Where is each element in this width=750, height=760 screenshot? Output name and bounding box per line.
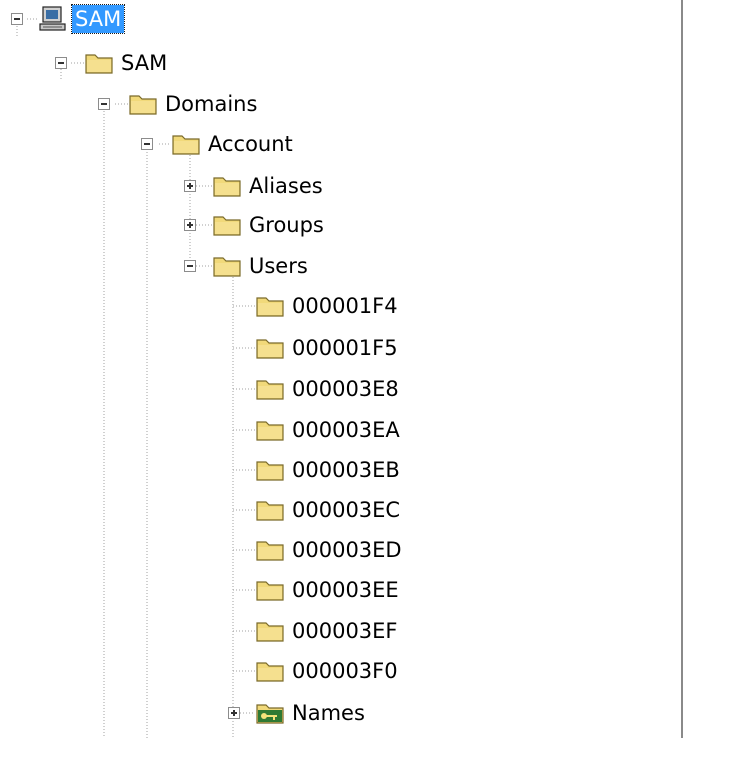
collapse-icon[interactable]: [55, 57, 67, 69]
folder-icon: [255, 292, 285, 320]
tree-node-label[interactable]: Account: [205, 130, 296, 158]
bottom-edge: [0, 738, 682, 760]
tree-node-account[interactable]: Account: [171, 126, 296, 162]
expand-icon[interactable]: [184, 219, 196, 231]
tree-node-label[interactable]: 000003ED: [289, 536, 405, 564]
folder-icon: [255, 617, 285, 645]
tree-node-root[interactable]: SAM: [38, 1, 126, 37]
folder-icon: [255, 416, 285, 444]
tree-node-aliases[interactable]: Aliases: [212, 168, 326, 204]
folder-icon: [255, 334, 285, 362]
tree-node-user-key[interactable]: 000001F4: [255, 288, 401, 324]
folder-icon: [212, 172, 242, 200]
tree-node-user-key[interactable]: 000003EF: [255, 613, 401, 649]
tree-node-users[interactable]: Users: [212, 248, 311, 284]
folder-icon: [212, 211, 242, 239]
folder-icon: [255, 576, 285, 604]
folder-icon: [255, 456, 285, 484]
tree-node-label[interactable]: SAM: [70, 4, 126, 34]
folder-icon: [255, 496, 285, 524]
expand-icon[interactable]: [228, 707, 240, 719]
tree-node-groups[interactable]: Groups: [212, 207, 327, 243]
tree-node-label[interactable]: 000003EF: [289, 617, 401, 645]
collapse-icon[interactable]: [98, 98, 110, 110]
tree-node-user-key[interactable]: 000003EC: [255, 492, 403, 528]
tree-node-label[interactable]: 000003EE: [289, 576, 402, 604]
tree-node-label[interactable]: 000003EB: [289, 456, 403, 484]
collapse-icon[interactable]: [11, 13, 23, 25]
folder-icon: [84, 49, 114, 77]
expand-icon[interactable]: [184, 180, 196, 192]
tree-node-label[interactable]: Aliases: [246, 172, 326, 200]
tree-node-user-key[interactable]: 000003F0: [255, 653, 401, 689]
tree-node-label[interactable]: 000003EA: [289, 416, 403, 444]
tree-node-user-key[interactable]: 000003EE: [255, 572, 402, 608]
tree-node-label[interactable]: Groups: [246, 211, 327, 239]
tree-node-label[interactable]: Domains: [162, 90, 260, 118]
folder-icon: [255, 375, 285, 403]
tree-node-user-key[interactable]: 000001F5: [255, 330, 401, 366]
tree-node-user-key[interactable]: 000003EA: [255, 412, 403, 448]
tree-node-user-key[interactable]: 000003EB: [255, 452, 403, 488]
tree-node-label[interactable]: 000001F5: [289, 334, 401, 362]
tree-node-label[interactable]: 000003E8: [289, 375, 402, 403]
tree-node-label[interactable]: SAM: [118, 49, 170, 77]
tree-node-domains[interactable]: Domains: [128, 86, 260, 122]
collapse-icon[interactable]: [141, 138, 153, 150]
tree-node-label[interactable]: 000001F4: [289, 292, 401, 320]
tree-node-sam[interactable]: SAM: [84, 45, 170, 81]
folder-icon: [128, 90, 158, 118]
folder-icon: [212, 252, 242, 280]
tree-node-names[interactable]: Names: [255, 695, 368, 731]
tree-node-label[interactable]: Names: [289, 699, 368, 727]
collapse-icon[interactable]: [184, 260, 196, 272]
computer-icon: [38, 5, 68, 33]
tree-node-user-key[interactable]: 000003E8: [255, 371, 402, 407]
folder-icon: [255, 536, 285, 564]
folder-icon: [171, 130, 201, 158]
tree-node-label[interactable]: 000003F0: [289, 657, 401, 685]
tree-node-label[interactable]: Users: [246, 252, 311, 280]
folder-icon: [255, 657, 285, 685]
right-panel-edge: [683, 0, 750, 760]
tree-node-label[interactable]: 000003EC: [289, 496, 403, 524]
tree-node-user-key[interactable]: 000003ED: [255, 532, 405, 568]
key-folder-icon: [255, 699, 285, 727]
registry-tree-pane[interactable]: SAM SAM Domains Account Aliases Groups U…: [0, 0, 682, 760]
